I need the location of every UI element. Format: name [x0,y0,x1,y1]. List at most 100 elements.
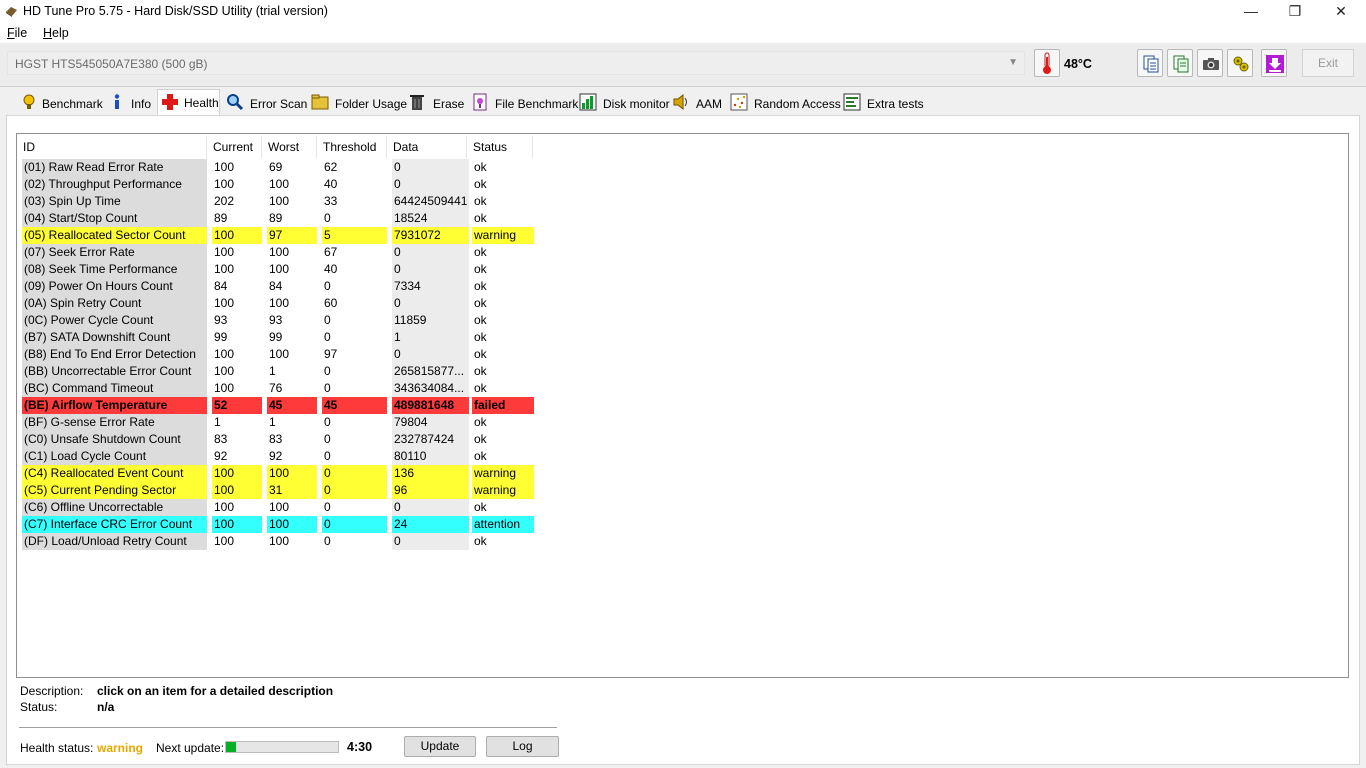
cell-status: ok [474,381,487,395]
table-row[interactable]: (DF) Load/Unload Retry Count 100 100 0 0 ok [22,533,534,550]
cell-data: 265815877... [392,363,469,380]
app-icon [6,7,17,17]
tab-erase[interactable]: Erase [408,91,464,114]
table-row[interactable]: (C0) Unsafe Shutdown Count 83 83 0 232787424… [22,431,534,448]
cell-worst: 100 [269,534,290,548]
cell-current: 100 [214,262,235,276]
next-update-countdown: 4:30 [347,740,373,754]
cell-current: 83 [214,432,228,446]
copy-info-button[interactable] [1167,49,1193,77]
cell-current: 100 [214,347,235,361]
table-row[interactable]: (C6) Offline Uncorrectable 100 100 0 0 ok [22,499,534,516]
table-row[interactable]: (05) Reallocated Sector Count 100 97 5 79310… [22,227,534,244]
column-header-threshold[interactable]: Threshold [317,136,387,158]
benchmark-icon [23,94,35,109]
divider [19,727,557,728]
cell-worst: 89 [269,211,283,225]
tab-error-scan[interactable]: Error Scan [226,91,307,114]
table-row[interactable]: (03) Spin Up Time 202 100 33 64424509441 ok [22,193,534,210]
update-button[interactable]: Update [404,736,476,757]
window-title: HD Tune Pro 5.75 - Hard Disk/SSD Utility… [23,4,328,18]
maximize-button[interactable]: ❐ [1272,0,1318,23]
cell-id: (B8) End To End Error Detection [22,346,207,363]
table-row[interactable]: (C4) Reallocated Event Count 100 100 0 136 wa… [22,465,534,482]
log-button[interactable]: Log [486,736,559,757]
menu-help-label: elp [52,26,69,40]
cell-threshold: 0 [324,313,331,327]
cell-id: (BB) Uncorrectable Error Count [22,363,207,380]
tab-random-access[interactable]: Random Access [730,91,841,114]
column-header-data[interactable]: Data [387,136,467,158]
menu-help[interactable]: Help [43,26,69,40]
column-header-worst[interactable]: Worst [262,136,317,158]
cell-worst: 100 [269,296,290,310]
copy-text-button[interactable] [1137,49,1163,77]
menu-file-label: ile [14,26,28,40]
table-row[interactable]: (01) Raw Read Error Rate 100 69 62 0 ok [22,159,534,176]
smart-attributes-table[interactable]: ID Current Worst Threshold Data Status (… [16,133,1349,678]
cell-status: ok [474,432,487,446]
tab-aam[interactable]: AAM [672,91,722,114]
tab-benchmark-label: Benchmark [42,97,103,111]
tab-bar: Benchmark Info Health Error Scan Folder … [0,88,1366,115]
close-button[interactable]: ✕ [1318,0,1364,23]
cell-status: ok [474,194,487,208]
next-update-progress [225,741,339,753]
tab-info[interactable]: Info [108,91,153,114]
table-row[interactable]: (08) Seek Time Performance 100 100 40 0 ok [22,261,534,278]
table-row[interactable]: (BC) Command Timeout 100 76 0 343634084... ok [22,380,534,397]
table-row[interactable]: (BB) Uncorrectable Error Count 100 1 0 26581… [22,363,534,380]
table-row[interactable]: (C7) Interface CRC Error Count 100 100 0 24 a… [22,516,534,533]
table-row[interactable]: (07) Seek Error Rate 100 100 67 0 ok [22,244,534,261]
health-status-value: warning [97,741,144,755]
cell-threshold: 0 [322,516,387,533]
cell-status: ok [474,500,487,514]
table-row[interactable]: (0A) Spin Retry Count 100 100 60 0 ok [22,295,534,312]
table-row[interactable]: (C5) Current Pending Sector 100 31 0 96 warni… [22,482,534,499]
table-row[interactable]: (BE) Airflow Temperature 52 45 45 489881648 f… [22,397,534,414]
column-header-status[interactable]: Status [467,136,533,158]
cell-status: ok [474,347,487,361]
cell-id: (04) Start/Stop Count [22,210,207,227]
tab-benchmark[interactable]: Benchmark [20,91,103,114]
cell-id: (08) Seek Time Performance [22,261,207,278]
column-header-current[interactable]: Current [207,136,262,158]
tab-disk-monitor[interactable]: Disk monitor [579,91,670,114]
cell-id: (BE) Airflow Temperature [22,397,207,414]
table-row[interactable]: (04) Start/Stop Count 89 89 0 18524 ok [22,210,534,227]
cell-data: 0 [392,261,469,278]
cell-worst: 100 [267,465,317,482]
table-row[interactable]: (0C) Power Cycle Count 93 93 0 11859 ok [22,312,534,329]
table-row[interactable]: (B7) SATA Downshift Count 99 99 0 1 ok [22,329,534,346]
cell-threshold: 62 [324,160,338,174]
tab-file-benchmark[interactable]: File Benchmark [471,91,578,114]
exit-button[interactable]: Exit [1302,49,1354,77]
camera-icon [1203,58,1219,70]
table-row[interactable]: (09) Power On Hours Count 84 84 0 7334 ok [22,278,534,295]
drive-select[interactable]: HGST HTS545050A7E380 (500 gB) ▼ [7,51,1025,75]
cell-status: ok [474,279,487,293]
cell-worst: 92 [269,449,283,463]
save-button[interactable] [1261,49,1287,77]
cell-data: 489881648 [392,397,469,414]
table-row[interactable]: (C1) Load Cycle Count 92 92 0 80110 ok [22,448,534,465]
minimize-button[interactable]: — [1228,0,1274,23]
cell-data: 64424509441 [392,193,469,210]
screenshot-button[interactable] [1197,49,1223,77]
table-row[interactable]: (BF) G-sense Error Rate 1 1 0 79804 ok [22,414,534,431]
column-header-id[interactable]: ID [17,136,207,158]
cell-threshold: 40 [324,262,338,276]
menu-file[interactable]: File [7,26,27,40]
options-button[interactable] [1227,49,1253,77]
tab-extra-tests[interactable]: Extra tests [843,91,924,114]
file-benchmark-icon [473,93,487,111]
cell-status: ok [474,330,487,344]
table-row[interactable]: (B8) End To End Error Detection 100 100 97 0… [22,346,534,363]
cell-worst: 100 [269,500,290,514]
table-row[interactable]: (02) Throughput Performance 100 100 40 0 ok [22,176,534,193]
drive-toolbar: HGST HTS545050A7E380 (500 gB) ▼ 48°C Exi… [0,43,1366,87]
title-bar: HD Tune Pro 5.75 - Hard Disk/SSD Utility… [0,0,1366,23]
tab-health[interactable]: Health [157,89,220,115]
cell-current: 100 [214,296,235,310]
tab-folder-usage[interactable]: Folder Usage [311,91,407,114]
